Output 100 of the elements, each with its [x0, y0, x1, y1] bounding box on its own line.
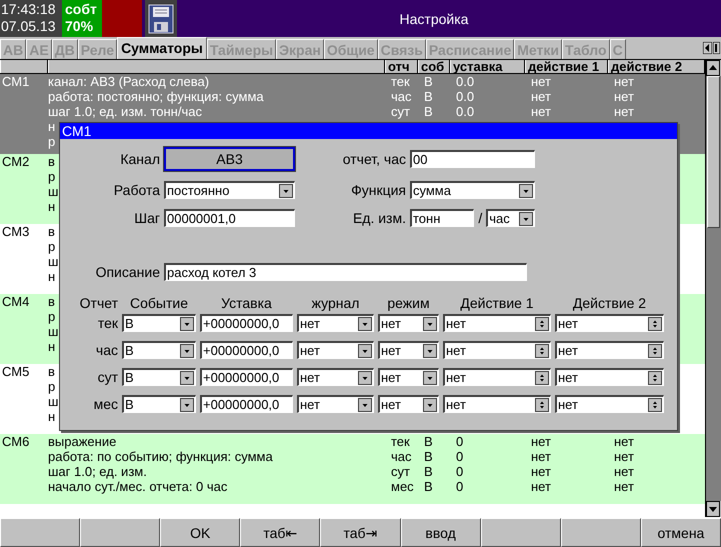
- table-cell-text: час: [390, 89, 412, 104]
- input-field[interactable]: +00000000,0: [200, 341, 293, 359]
- dropdown[interactable]: нет: [555, 314, 664, 332]
- field-label: Канал: [120, 151, 160, 167]
- table-cell-text: нет: [530, 104, 551, 119]
- row-text: н: [48, 199, 56, 214]
- row-text: в: [48, 154, 55, 169]
- table-cell-text: нет: [530, 464, 551, 479]
- input-field[interactable]: +00000000,0: [200, 395, 293, 413]
- dropdown[interactable]: В: [122, 395, 196, 413]
- row-id: СМ4: [1, 294, 30, 311]
- row-text: р: [48, 309, 56, 324]
- channel-button[interactable]: АВ3: [164, 147, 295, 171]
- left-arrow-icon[interactable]: [703, 42, 712, 54]
- row-text: ш: [48, 254, 58, 269]
- row-text: н: [48, 119, 56, 134]
- dropdown[interactable]: нет: [297, 395, 374, 413]
- table-cell-text: В: [423, 74, 433, 89]
- dropdown[interactable]: нет: [297, 314, 374, 332]
- field-label: сут: [98, 369, 118, 385]
- input-field[interactable]: +00000000,0: [200, 368, 293, 386]
- dropdown[interactable]: нет: [443, 314, 551, 332]
- table-cell-text: тек: [390, 74, 410, 89]
- dropdown[interactable]: нет: [555, 368, 664, 386]
- date-text: 07.05.13: [1, 18, 56, 35]
- key-button[interactable]: таб⇥: [320, 518, 401, 547]
- scrollbar[interactable]: [705, 60, 721, 517]
- row-text: н: [48, 409, 56, 424]
- dropdown[interactable]: нет: [443, 395, 551, 413]
- row-text: н: [48, 339, 56, 354]
- field-label: Шаг: [134, 210, 160, 226]
- field-label: Ед. изм.: [352, 210, 406, 226]
- input-field[interactable]: 00000001,0: [164, 209, 295, 227]
- up-down-arrows-icon: [648, 370, 662, 384]
- up-down-arrows-icon: [535, 344, 549, 358]
- row-id: СМ5: [1, 364, 30, 381]
- dropdown[interactable]: В: [122, 314, 196, 332]
- table-cell-text: нет: [613, 449, 634, 464]
- column-header: соб: [418, 60, 450, 73]
- dropdown[interactable]: В: [122, 368, 196, 386]
- row-text: р: [48, 169, 56, 184]
- up-down-arrows-icon: [535, 370, 549, 384]
- column-header: Действие 2: [572, 295, 646, 311]
- dropdown[interactable]: час: [486, 209, 535, 227]
- dropdown[interactable]: нет: [378, 368, 439, 386]
- dropdown[interactable]: В: [122, 341, 196, 359]
- table-cell-text: нет: [613, 464, 634, 479]
- charge-text: 70%: [65, 18, 94, 35]
- row-text: работа: постоянно; функция: сумма: [48, 89, 264, 104]
- table-cell-text: сут: [390, 104, 410, 119]
- input-field[interactable]: тонн: [410, 209, 474, 227]
- input-field[interactable]: +00000000,0: [200, 314, 293, 332]
- input-field[interactable]: расход котел 3: [164, 263, 527, 281]
- field-label: отчет, час: [342, 151, 406, 167]
- dropdown[interactable]: постоянно: [164, 181, 295, 199]
- key-button[interactable]: OK: [160, 518, 240, 547]
- key-button[interactable]: таб⇤: [240, 518, 320, 547]
- row-id: СМ1: [1, 74, 30, 91]
- column-header: режим: [387, 295, 430, 311]
- right-arrow-icon[interactable]: [713, 42, 720, 54]
- table-cell-text: нет: [530, 449, 551, 464]
- column-header: уставка: [450, 60, 525, 73]
- up-down-arrows-icon: [648, 398, 662, 412]
- scrollbar-thumb[interactable]: [707, 76, 720, 228]
- row-id: СМ6: [1, 434, 30, 451]
- column-header: журнал: [312, 295, 360, 311]
- alarm-indicator: [102, 0, 142, 37]
- dropdown[interactable]: нет: [555, 341, 664, 359]
- row-text: канал: АВ3 (Расход слева): [48, 74, 210, 89]
- key-button[interactable]: отмена: [640, 518, 721, 547]
- up-down-arrows-icon: [535, 316, 549, 330]
- table-cell-text: нет: [530, 479, 551, 494]
- dropdown[interactable]: нет: [555, 395, 664, 413]
- row-text: шаг 1.0; ед. изм. тонн/час: [48, 104, 202, 119]
- table-cell-text: В: [423, 479, 433, 494]
- separator-text: /: [478, 210, 482, 226]
- column-header: Уставка: [221, 295, 272, 311]
- table-cell-text: В: [423, 104, 433, 119]
- row-text: в: [48, 364, 55, 379]
- row-text: н: [48, 269, 56, 284]
- dropdown[interactable]: нет: [297, 341, 374, 359]
- dropdown[interactable]: нет: [378, 341, 439, 359]
- table-row[interactable]: СМ6 выражение работа: по событию; функция: сумма шаг 1.0; ед. изм. начало сут./мес. отчета: 0 час тек В 0 нет нет час В 0 нет нет сут В 0 нет нет мес В 0 нет нет: [0, 434, 705, 504]
- field-label: Работа: [114, 182, 160, 198]
- input-field[interactable]: 00: [410, 150, 535, 168]
- dropdown[interactable]: нет: [378, 395, 439, 413]
- dropdown[interactable]: нет: [297, 368, 374, 386]
- dropdown[interactable]: нет: [378, 314, 439, 332]
- dropdown[interactable]: нет: [443, 368, 551, 386]
- table-cell-text: нет: [613, 434, 634, 449]
- key-button[interactable]: ввод: [400, 518, 481, 547]
- field-label: Описание: [96, 264, 160, 280]
- field-label: час: [96, 342, 118, 358]
- tab[interactable]: Сумматоры: [117, 37, 207, 59]
- dropdown[interactable]: нет: [443, 341, 551, 359]
- up-down-arrows-icon: [648, 344, 662, 358]
- window-title: Настройка: [400, 10, 468, 26]
- dropdown[interactable]: сумма: [410, 181, 535, 199]
- field-label: мес: [94, 396, 118, 412]
- table-cell-text: нет: [613, 74, 634, 89]
